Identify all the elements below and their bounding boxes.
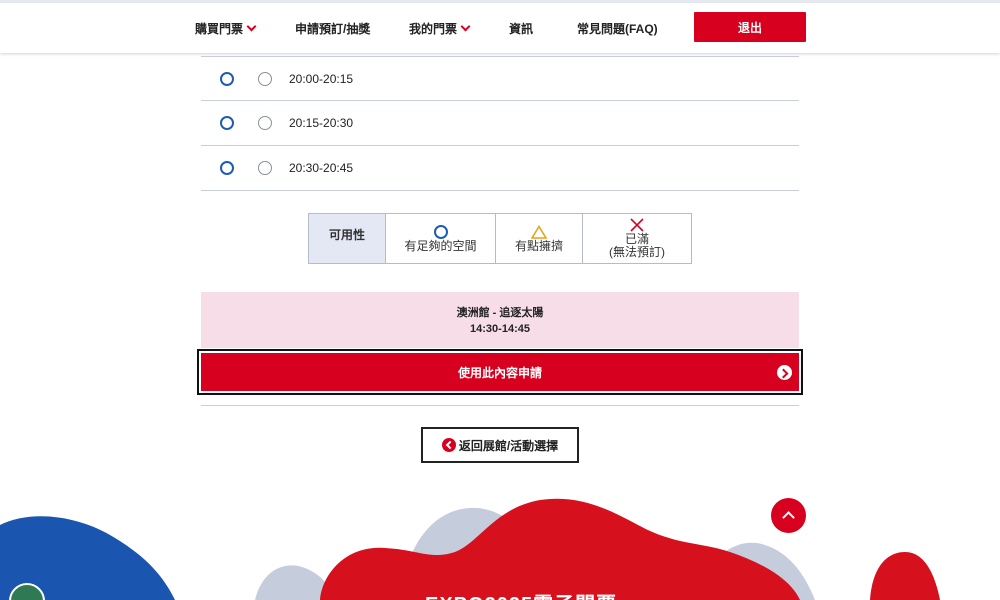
apply-button-label: 使用此內容申請 [457,365,542,380]
triangle-icon [531,224,547,239]
legend-heading: 可用性 [309,214,385,263]
availability-circle-icon [220,72,234,86]
selected-event: 澳洲館 - 追逐太陽 [456,307,544,319]
top-nav-bar: 購買門票 申請預訂/抽獎 我的門票 資訊 常見問題(FAQ) 退出 [0,0,1000,53]
nav-faq[interactable]: 常見問題(FAQ) [577,20,658,37]
chevron-down-icon [460,21,471,32]
availability-circle-icon [220,161,234,175]
nav-my-tickets-label: 我的門票 [409,22,458,36]
legend-available-label: 有足夠的空間 [404,238,477,253]
nav-my-tickets[interactable]: 我的門票 [409,20,471,37]
legend-full: 已滿 (無法預訂) [582,214,691,263]
chevron-left-icon [441,438,456,452]
slot-radio[interactable] [258,161,272,175]
chevron-right-icon [777,365,792,380]
legend-crowded: 有點擁擠 [495,214,582,263]
time-slot-list: 20:00-20:15 20:15-20:30 20:30-20:45 [201,56,799,191]
legend-crowded-label: 有點擁擠 [514,238,563,253]
circle-icon [433,224,448,239]
divider [201,405,799,406]
cross-icon [630,218,644,232]
chevron-down-icon [246,21,257,32]
nav-apply-lottery-label: 申請預訂/抽獎 [295,22,371,36]
selected-time: 14:30-14:45 [470,323,530,335]
footer-title: EXPO2025電子門票 [425,588,617,600]
nav-info[interactable]: 資訊 [509,20,533,37]
slot-radio[interactable] [258,72,272,86]
back-button[interactable]: 返回展館/活動選擇 [421,427,579,463]
time-slot-row[interactable]: 20:30-20:45 [201,146,799,191]
slot-time: 20:00-20:15 [289,72,354,86]
nav-buy-tickets[interactable]: 購買門票 [195,20,257,37]
slot-time: 20:15-20:30 [289,116,354,130]
availability-circle-icon [220,116,234,130]
slot-radio[interactable] [258,116,272,130]
nav-apply-lottery[interactable]: 申請預訂/抽獎 [295,20,370,37]
logout-button[interactable]: 退出 [694,12,806,42]
time-slot-row[interactable]: 20:00-20:15 [201,56,799,101]
back-to-top-button[interactable] [771,498,806,533]
apply-button[interactable]: 使用此內容申請 [201,353,799,391]
nav-faq-label: 常見問題(FAQ) [577,22,658,36]
nav-buy-tickets-label: 購買門票 [195,22,244,36]
slot-time: 20:30-20:45 [289,161,354,175]
apply-button-focus-ring: 使用此內容申請 [197,349,803,395]
footer-decoration [0,498,940,600]
selected-summary: 澳洲館 - 追逐太陽 14:30-14:45 [201,292,799,348]
legend-full-sublabel: (無法預訂) [609,245,665,259]
legend-available: 有足夠的空間 [385,214,495,263]
time-slot-row[interactable]: 20:15-20:30 [201,101,799,146]
nav-info-label: 資訊 [509,22,534,36]
availability-legend: 可用性 有足夠的空間 有點擁擠 已滿 (無法預訂) [308,213,692,264]
back-button-label: 返回展館/活動選擇 [458,438,559,453]
